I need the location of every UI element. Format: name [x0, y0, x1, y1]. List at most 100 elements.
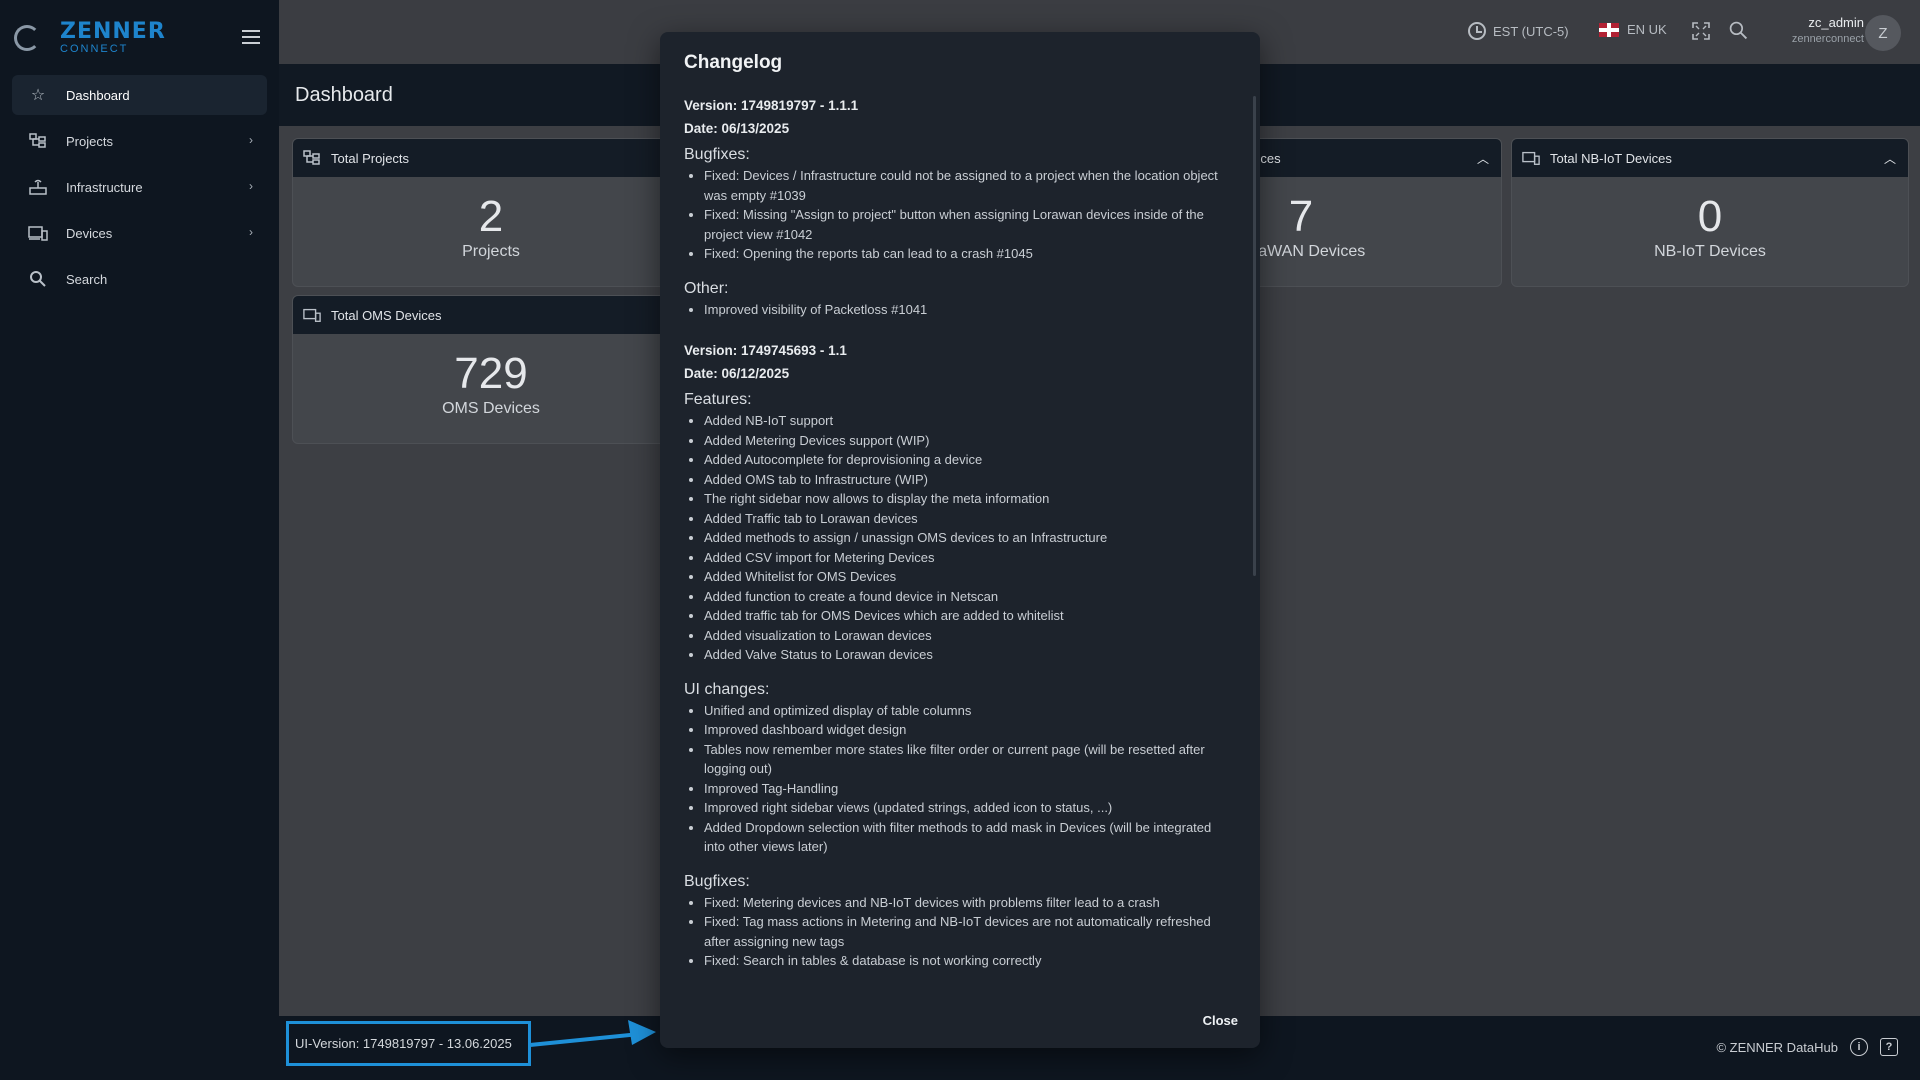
list-item: Added OMS tab to Infrastructure (WIP) — [704, 470, 1234, 490]
brand-subtitle: CONNECT — [60, 43, 129, 55]
widget-header[interactable]: Total OMS Devices — [293, 296, 689, 334]
brand-logo[interactable]: ZENNER CONNECT — [14, 18, 166, 58]
widget-total-oms-devices: Total OMS Devices 729 OMS Devices — [292, 295, 690, 444]
widget-header[interactable]: Total NB-IoT Devices ︿ — [1512, 139, 1908, 177]
language-label: EN UK — [1627, 22, 1667, 37]
devices-icon — [1522, 150, 1540, 166]
list-item: The right sidebar now allows to display … — [704, 489, 1234, 509]
version-heading: Version: 1749819797 - 1.1.1 — [684, 98, 859, 113]
projects-icon — [303, 150, 321, 166]
list-item: Added Dropdown selection with filter met… — [704, 818, 1234, 857]
section-title: Other: — [684, 279, 729, 297]
sidebar-item-projects[interactable]: Projects › — [12, 121, 267, 161]
widget-label: Projects — [462, 243, 520, 260]
section-title: Bugfixes: — [684, 872, 750, 890]
search-icon[interactable] — [1729, 21, 1748, 40]
section-title: UI changes: — [684, 680, 770, 698]
user-organization: zennerconnect — [1791, 33, 1864, 45]
list-item: Improved dashboard widget design — [704, 720, 1234, 740]
version-heading: Version: 1749745693 - 1.1 — [684, 343, 847, 358]
list-item: Unified and optimized display of table c… — [704, 701, 1234, 721]
widget-value: 2 — [478, 192, 504, 241]
clock-icon — [1468, 22, 1486, 40]
list-item: Added Metering Devices support (WIP) — [704, 431, 1234, 451]
widget-value: 729 — [454, 349, 528, 398]
language-selector[interactable]: EN UK — [1599, 22, 1667, 37]
star-icon: ☆ — [30, 87, 46, 104]
sidebar-nav: ☆ Dashboard Projects › Infrastructure › … — [12, 75, 267, 305]
info-icon[interactable]: i — [1850, 1038, 1868, 1056]
widget-title: Total Projects — [331, 150, 410, 166]
sidebar-item-label: Infrastructure — [66, 179, 143, 195]
chevron-up-icon[interactable]: ︿ — [1884, 150, 1896, 167]
close-button[interactable]: Close — [1203, 1013, 1238, 1028]
projects-icon — [28, 131, 48, 151]
list-item: Added function to create a found device … — [704, 587, 1234, 607]
timezone-label: EST (UTC-5) — [1493, 23, 1569, 39]
list-item: Fixed: Metering devices and NB-IoT devic… — [704, 893, 1234, 913]
chevron-right-icon: › — [249, 225, 253, 239]
widget-title: Total NB-IoT Devices — [1550, 150, 1672, 166]
list-item: Added CSV import for Metering Devices — [704, 548, 1234, 568]
list-item: Added traffic tab for OMS Devices which … — [704, 606, 1234, 626]
list-item: Added Whitelist for OMS Devices — [704, 567, 1234, 587]
search-icon — [28, 269, 48, 289]
list-item: Added Valve Status to Lorawan devices — [704, 645, 1234, 665]
page-title: Dashboard — [295, 84, 393, 106]
router-icon — [28, 177, 48, 197]
list-item: Added Autocomplete for deprovisioning a … — [704, 450, 1234, 470]
fullscreen-icon[interactable] — [1692, 22, 1710, 40]
list-item: Tables now remember more states like fil… — [704, 740, 1234, 779]
sidebar-item-infrastructure[interactable]: Infrastructure › — [12, 167, 267, 207]
sidebar-item-label: Search — [66, 271, 108, 287]
menu-toggle-icon[interactable] — [242, 30, 260, 44]
list-item: Fixed: Search in tables & database is no… — [704, 951, 1234, 971]
bugfix-list: Fixed: Devices / Infrastructure could no… — [684, 166, 1234, 264]
list-item: Added Traffic tab to Lorawan devices — [704, 509, 1234, 529]
sidebar-item-search[interactable]: Search — [12, 259, 267, 299]
version-date: Date: 06/12/2025 — [684, 366, 790, 381]
zenner-logo-icon — [14, 25, 40, 51]
sidebar: ZENNER CONNECT ☆ Dashboard Projects › In… — [0, 0, 279, 1080]
list-item: Improved right sidebar views (updated st… — [704, 798, 1234, 818]
chevron-right-icon: › — [249, 133, 253, 147]
feature-list: Added NB-IoT support Added Metering Devi… — [684, 411, 1234, 665]
widget-label: NB-IoT Devices — [1654, 243, 1766, 260]
section-title: Bugfixes: — [684, 146, 750, 163]
chevron-right-icon: › — [249, 179, 253, 193]
uk-flag-icon — [1599, 22, 1619, 37]
widget-total-projects: Total Projects 2 Projects — [292, 138, 690, 287]
sidebar-item-label: Projects — [66, 133, 113, 149]
version-date: Date: 06/13/2025 — [684, 121, 790, 136]
widget-header[interactable]: Total Projects — [293, 139, 689, 177]
widget-value: 0 — [1697, 192, 1723, 241]
list-item: Added NB-IoT support — [704, 411, 1234, 431]
avatar[interactable]: Z — [1865, 15, 1901, 51]
devices-icon — [28, 223, 48, 243]
list-item: Fixed: Missing "Assign to project" butto… — [704, 205, 1234, 244]
ui-changes-list: Unified and optimized display of table c… — [684, 701, 1234, 857]
sidebar-item-label: Dashboard — [66, 87, 130, 103]
user-menu[interactable]: zc_admin zennerconnect — [1792, 15, 1864, 45]
copyright-text: © ZENNER DataHub — [1716, 1039, 1838, 1055]
list-item: Fixed: Devices / Infrastructure could no… — [704, 166, 1234, 205]
widget-label: OMS Devices — [442, 400, 540, 417]
section-title: Features: — [684, 391, 752, 408]
widget-title: Total OMS Devices — [331, 307, 442, 323]
sidebar-item-devices[interactable]: Devices › — [12, 213, 267, 253]
sidebar-item-label: Devices — [66, 225, 113, 241]
list-item: Fixed: Opening the reports tab can lead … — [704, 244, 1234, 264]
bugfix-list: Fixed: Metering devices and NB-IoT devic… — [684, 893, 1234, 971]
ui-version-label[interactable]: UI-Version: 1749819797 - 13.06.2025 — [286, 1021, 531, 1066]
scrollbar[interactable] — [1253, 96, 1256, 576]
sidebar-item-dashboard[interactable]: ☆ Dashboard — [12, 75, 267, 115]
dialog-title: Changelog — [684, 52, 783, 73]
timezone-selector[interactable]: EST (UTC-5) — [1468, 22, 1569, 40]
list-item: Improved visibility of Packetloss #1041 — [704, 300, 1234, 320]
other-list: Improved visibility of Packetloss #1041 — [684, 300, 1234, 320]
help-icon[interactable]: ? — [1880, 1038, 1898, 1056]
brand-name: ZENNER — [60, 19, 166, 44]
list-item: Improved Tag-Handling — [704, 779, 1234, 799]
chevron-up-icon[interactable]: ︿ — [1477, 150, 1489, 167]
list-item: Added methods to assign / unassign OMS d… — [704, 528, 1234, 548]
